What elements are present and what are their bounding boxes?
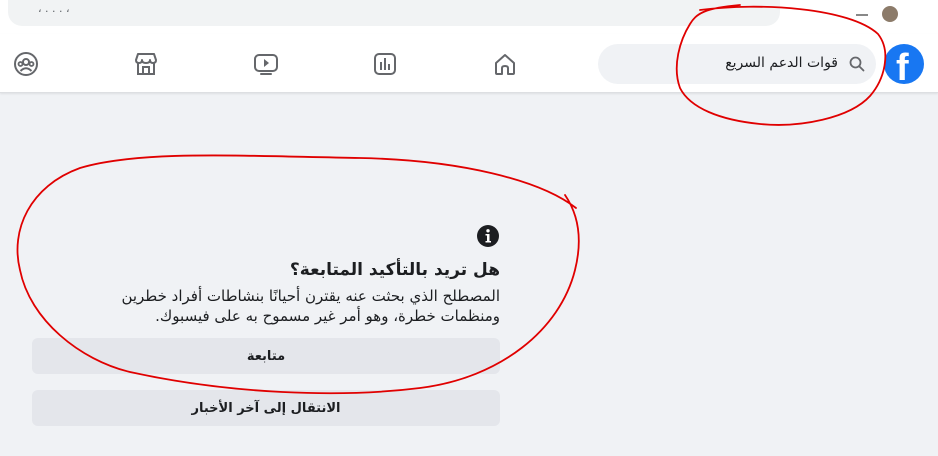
go-to-news-feed-button[interactable]: الانتقال إلى آخر الأخبار bbox=[32, 390, 500, 426]
stats-icon[interactable] bbox=[371, 50, 399, 78]
warning-dialog: هل تريد بالتأكيد المتابعة؟ المصطلح الذي … bbox=[32, 222, 500, 442]
search-icon bbox=[849, 56, 865, 72]
home-icon[interactable] bbox=[491, 50, 519, 78]
dialog-title: هل تريد بالتأكيد المتابعة؟ bbox=[289, 260, 500, 280]
continue-button[interactable]: متابعة bbox=[32, 338, 500, 374]
browser-controls bbox=[848, 2, 908, 22]
search-value: قوات الدعم السريع bbox=[725, 55, 838, 71]
groups-icon[interactable] bbox=[12, 50, 40, 78]
marketplace-icon[interactable] bbox=[132, 50, 160, 78]
watch-icon[interactable] bbox=[252, 50, 280, 78]
dialog-message: المصطلح الذي بحثت عنه يقترن أحيانًا بنشا… bbox=[121, 287, 500, 325]
search-input[interactable]: قوات الدعم السريع bbox=[598, 44, 876, 84]
facebook-header: f قوات الدعم السريع bbox=[0, 34, 938, 93]
minimize-icon[interactable] bbox=[856, 14, 868, 16]
facebook-logo[interactable]: f bbox=[884, 44, 924, 84]
address-bar[interactable]: ، . . . ، bbox=[8, 0, 780, 26]
browser-toolbar: ، . . . ، bbox=[0, 0, 938, 34]
facebook-logo-letter: f bbox=[896, 47, 909, 84]
profile-avatar[interactable] bbox=[882, 6, 898, 22]
info-icon bbox=[477, 225, 499, 247]
address-text: ، . . . ، bbox=[38, 2, 70, 15]
